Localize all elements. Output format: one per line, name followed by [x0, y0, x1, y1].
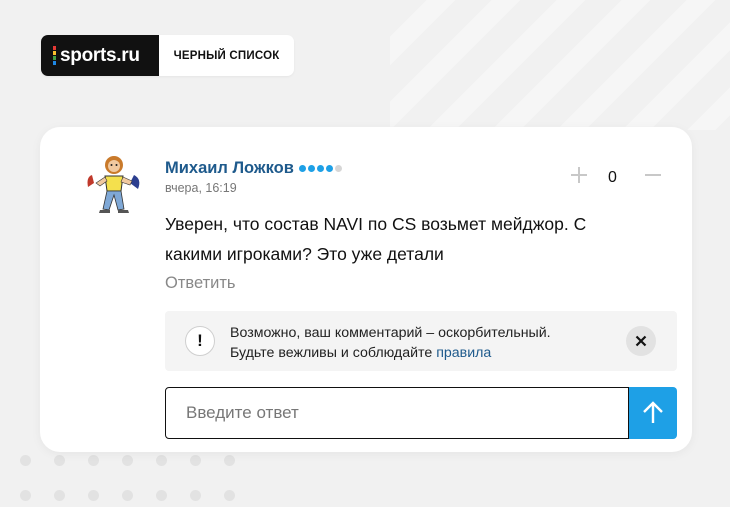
background-dot [54, 455, 65, 466]
logo-bar [53, 56, 56, 60]
upvote-button[interactable] [567, 163, 591, 187]
background-dot [156, 455, 167, 466]
background-dot [156, 490, 167, 501]
comment-text: Уверен, что состав NAVI по CS возьмет ме… [165, 214, 587, 264]
background-dot [224, 490, 235, 501]
reply-link[interactable]: Ответить [165, 274, 236, 293]
comment-timestamp: вчера, 16:19 [165, 181, 237, 195]
warning-text: Возможно, ваш комментарий – оскорбительн… [230, 323, 551, 363]
rules-link[interactable]: правила [436, 345, 491, 361]
rating-dots [298, 165, 342, 172]
brand-header: sports.ru ЧЕРНЫЙ СПИСОК [41, 35, 294, 76]
background-dot [122, 455, 133, 466]
rating-dot [334, 165, 342, 172]
warning-line-2-text: Будьте вежливы и соблюдайте [230, 345, 437, 361]
logo-bar [53, 51, 56, 55]
rating-dot [298, 165, 306, 172]
downvote-button[interactable] [641, 163, 665, 187]
background-dot [20, 455, 31, 466]
rating-dot [307, 165, 315, 172]
offensive-warning: ! Возможно, ваш комментарий – оскорбител… [165, 311, 677, 371]
background-dot [88, 455, 99, 466]
section-tag: ЧЕРНЫЙ СПИСОК [159, 35, 294, 76]
close-warning-button[interactable] [626, 326, 656, 356]
background-dot [20, 490, 31, 501]
warning-line-2: Будьте вежливы и соблюдайте правила [230, 343, 551, 363]
background-dot [190, 455, 201, 466]
close-icon [635, 335, 647, 347]
send-button[interactable] [629, 387, 677, 439]
avatar[interactable] [84, 153, 146, 215]
logo-bars-icon [53, 46, 56, 65]
reply-input[interactable] [165, 387, 629, 439]
logo-bar [53, 61, 56, 65]
logo-text: sports.ru [60, 44, 140, 66]
logo-bar [53, 46, 56, 50]
vote-count: 0 [608, 169, 617, 186]
background-dot [122, 490, 133, 501]
author-name[interactable]: Михаил Ложков [165, 159, 294, 178]
background-dot [88, 490, 99, 501]
background-dot [190, 490, 201, 501]
comment-card: Михаил Ложков вчера, 16:19 0 Уверен, что… [40, 127, 692, 452]
rating-dot [325, 165, 333, 172]
exclamation-icon: ! [185, 326, 215, 356]
rating-dot [316, 165, 324, 172]
arrow-up-icon [643, 401, 663, 423]
background-dot [224, 455, 235, 466]
background-stripes [390, 0, 730, 130]
background-dots [20, 455, 258, 501]
background-dot [54, 490, 65, 501]
sports-ru-logo[interactable]: sports.ru [41, 35, 159, 76]
warning-line-1: Возможно, ваш комментарий – оскорбительн… [230, 325, 551, 341]
